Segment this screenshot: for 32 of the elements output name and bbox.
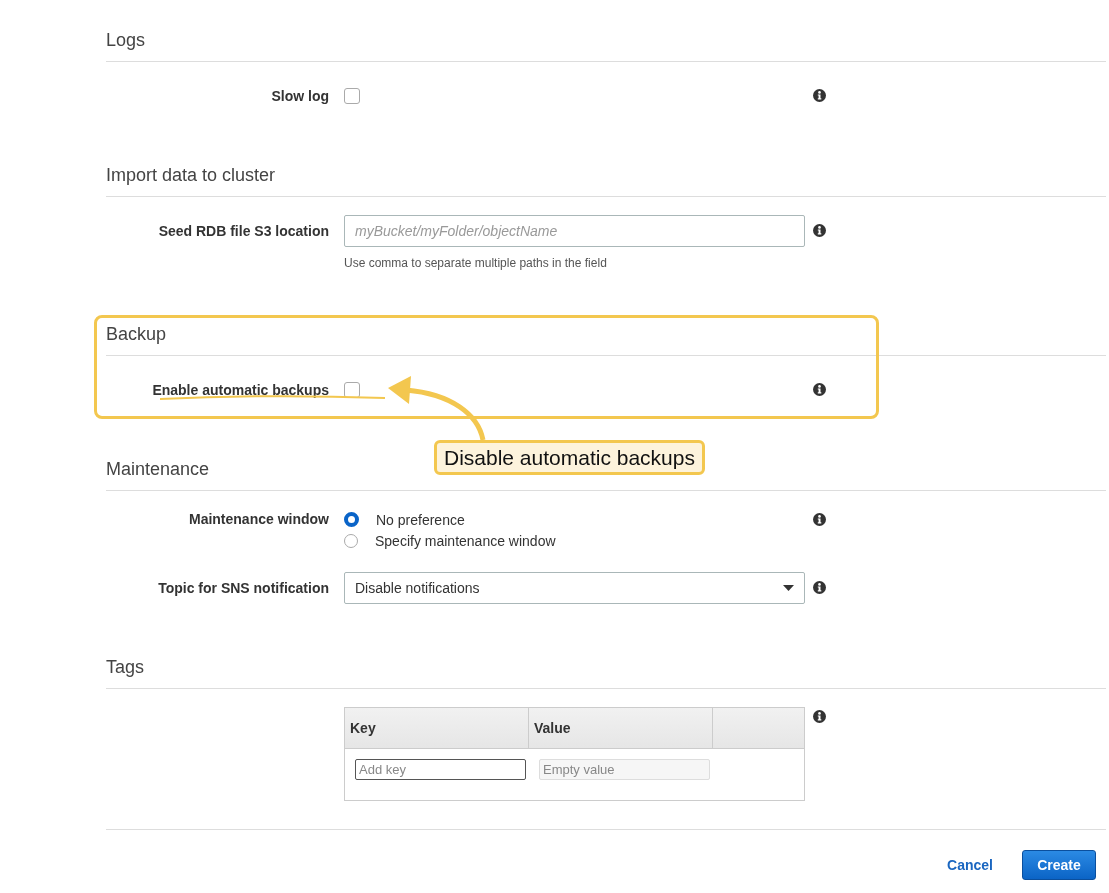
section-heading: Import data to cluster	[106, 163, 1106, 197]
value-field: Empty value	[539, 759, 710, 780]
dropdown[interactable]: Disable notifications	[344, 572, 805, 604]
section-heading: Logs	[106, 28, 1106, 62]
create-button[interactable]: Create	[1022, 850, 1096, 880]
column-header: Key	[345, 708, 529, 748]
radio-button[interactable]	[344, 533, 358, 548]
info-icon[interactable]	[813, 89, 826, 102]
checkbox[interactable]	[344, 88, 360, 104]
help-text: Use comma to separate multiple paths in the field	[344, 255, 608, 271]
cancel-link[interactable]: Cancel	[947, 857, 993, 873]
column-header: Value	[529, 708, 713, 748]
input-field[interactable]: myBucket/myFolder/objectName	[344, 215, 805, 247]
section-heading: Backup	[106, 322, 1106, 356]
info-icon[interactable]	[813, 383, 826, 396]
option-label[interactable]: No preference	[376, 511, 465, 528]
field-label: Enable automatic backups	[152, 382, 329, 398]
info-icon[interactable]	[813, 710, 826, 723]
section-heading: Tags	[106, 655, 1106, 689]
field-label: Seed RDB file S3 location	[158, 223, 329, 239]
callout-label: Disable automatic backups	[434, 440, 705, 475]
caret-icon	[783, 585, 794, 591]
key-field[interactable]: Add key	[355, 759, 526, 780]
info-icon[interactable]	[813, 224, 826, 237]
dropdown-value: Disable notifications	[355, 580, 480, 596]
info-icon[interactable]	[813, 513, 826, 526]
field-label: Maintenance window	[189, 511, 329, 527]
field-label: Topic for SNS notification	[158, 580, 329, 596]
field-label: Slow log	[271, 88, 329, 104]
info-icon[interactable]	[813, 581, 826, 594]
radio-button[interactable]	[344, 512, 359, 527]
option-label[interactable]: Specify maintenance window	[375, 532, 556, 549]
